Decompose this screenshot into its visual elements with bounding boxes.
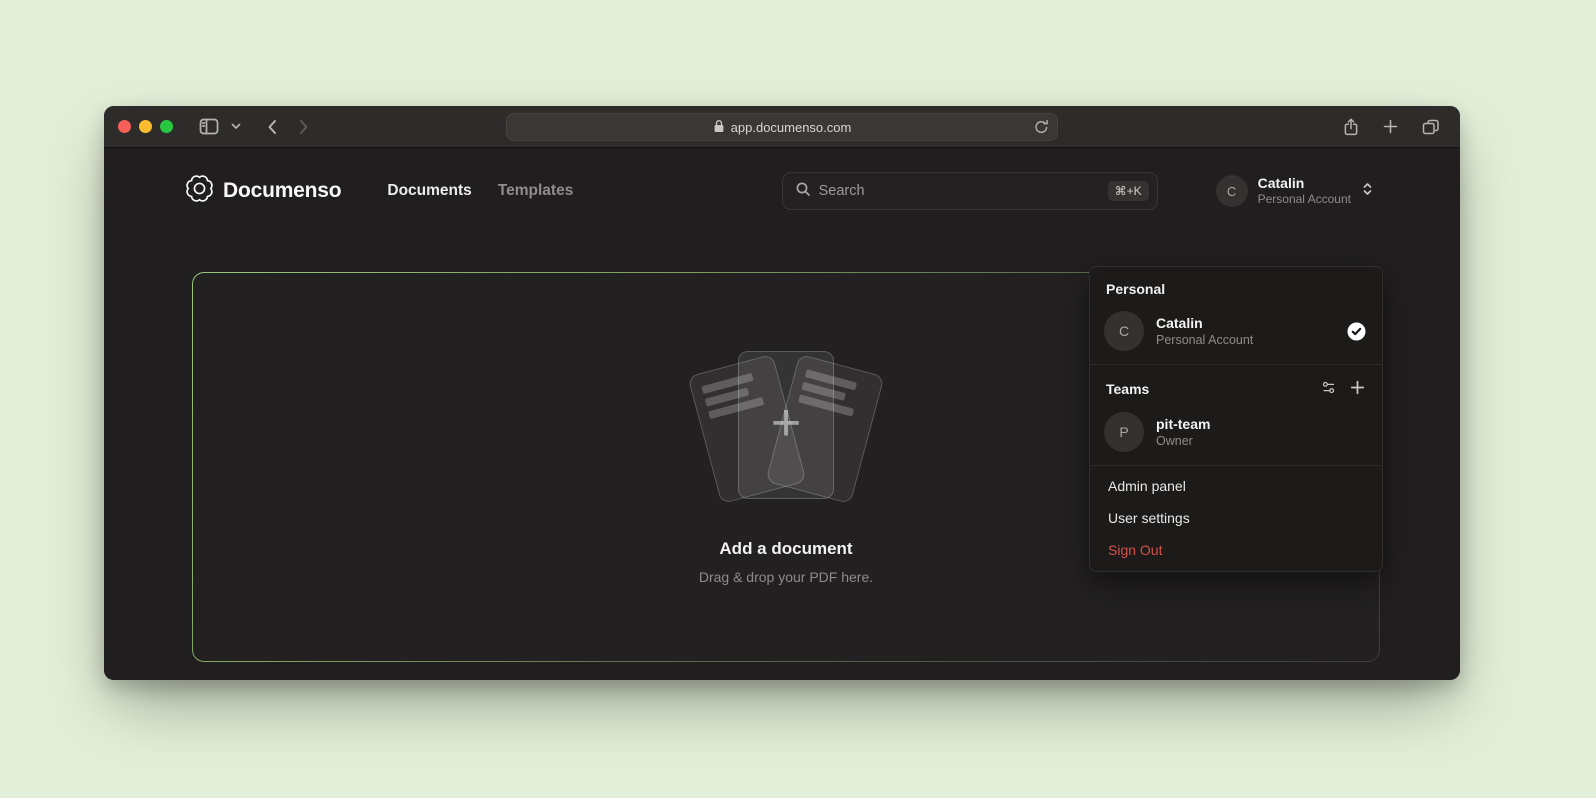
close-window-button[interactable]: [118, 120, 131, 133]
add-document-illustration: +: [671, 349, 901, 517]
address-bar[interactable]: app.documenso.com: [506, 113, 1058, 141]
manage-teams-button[interactable]: [1319, 378, 1338, 400]
sidebar-icon: [199, 118, 219, 135]
personal-account-avatar: C: [1104, 311, 1144, 351]
window-controls: [118, 120, 173, 133]
menu-divider: [1090, 364, 1382, 365]
chevron-left-icon: [267, 119, 277, 135]
url-text: app.documenso.com: [731, 120, 852, 135]
chevron-right-icon: [299, 119, 309, 135]
sidebar-dropdown-button[interactable]: [225, 113, 247, 141]
menu-item-admin-panel[interactable]: Admin panel: [1090, 470, 1382, 502]
tab-overview-button[interactable]: [1416, 113, 1446, 141]
nav-templates[interactable]: Templates: [498, 182, 574, 200]
zoom-window-button[interactable]: [160, 120, 173, 133]
teams-section-header: Teams: [1090, 369, 1382, 405]
selected-check-icon: [1347, 322, 1366, 341]
team-name: pit-team: [1156, 415, 1366, 433]
teams-section-label: Teams: [1106, 381, 1309, 397]
chevrons-up-down-icon: [1361, 181, 1374, 202]
dropzone-subtitle: Drag & drop your PDF here.: [699, 569, 873, 585]
personal-account-subtitle: Personal Account: [1156, 332, 1335, 348]
app-content: Documenso Documents Templates ⌘+K C Cata…: [104, 148, 1460, 679]
browser-window: app.documenso.com: [104, 106, 1460, 680]
team-item-pit-team[interactable]: P pit-team Owner: [1090, 405, 1382, 461]
team-avatar: P: [1104, 412, 1144, 452]
add-team-button[interactable]: [1348, 378, 1367, 400]
brand-home-link[interactable]: Documenso: [186, 175, 341, 207]
documenso-logo-icon: [186, 175, 213, 207]
search-bar[interactable]: ⌘+K: [782, 172, 1158, 210]
search-icon: [795, 181, 811, 202]
account-name: Catalin: [1258, 175, 1351, 193]
browser-toolbar: app.documenso.com: [104, 106, 1460, 148]
document-card-add: +: [738, 351, 834, 499]
personal-account-item[interactable]: C Catalin Personal Account: [1090, 304, 1382, 360]
account-dropdown-menu: Personal C Catalin Personal Account Team…: [1089, 266, 1383, 572]
personal-section-label: Personal: [1090, 272, 1382, 304]
minimize-window-button[interactable]: [139, 120, 152, 133]
menu-item-sign-out[interactable]: Sign Out: [1090, 534, 1382, 566]
account-menu-trigger[interactable]: C Catalin Personal Account: [1216, 175, 1374, 208]
search-shortcut-badge: ⌘+K: [1108, 181, 1149, 201]
primary-nav: Documents Templates: [387, 182, 573, 200]
search-input[interactable]: [819, 183, 1100, 199]
account-type: Personal Account: [1258, 192, 1351, 207]
menu-item-user-settings[interactable]: User settings: [1090, 502, 1382, 534]
account-avatar: C: [1216, 175, 1248, 207]
toolbar-right-actions: [1337, 113, 1446, 141]
share-button[interactable]: [1337, 113, 1365, 141]
dropzone-title: Add a document: [719, 539, 852, 559]
plus-icon: [1383, 119, 1398, 134]
plus-icon: +: [771, 397, 801, 449]
personal-account-name: Catalin: [1156, 314, 1335, 332]
share-icon: [1343, 118, 1359, 136]
reload-button[interactable]: [1034, 119, 1049, 139]
chevron-down-icon: [231, 123, 241, 130]
lock-icon: [713, 119, 725, 136]
brand-name: Documenso: [223, 179, 341, 203]
tab-overview-icon: [1422, 119, 1440, 135]
sidebar-toggle-button[interactable]: [193, 113, 225, 141]
new-tab-button[interactable]: [1377, 113, 1404, 141]
forward-button[interactable]: [293, 113, 315, 141]
nav-documents[interactable]: Documents: [387, 182, 471, 200]
sliders-icon: [1321, 380, 1336, 398]
plus-icon: [1350, 380, 1365, 398]
app-header: Documenso Documents Templates ⌘+K C Cata…: [104, 148, 1460, 234]
back-button[interactable]: [261, 113, 283, 141]
team-role: Owner: [1156, 433, 1366, 449]
menu-divider: [1090, 465, 1382, 466]
